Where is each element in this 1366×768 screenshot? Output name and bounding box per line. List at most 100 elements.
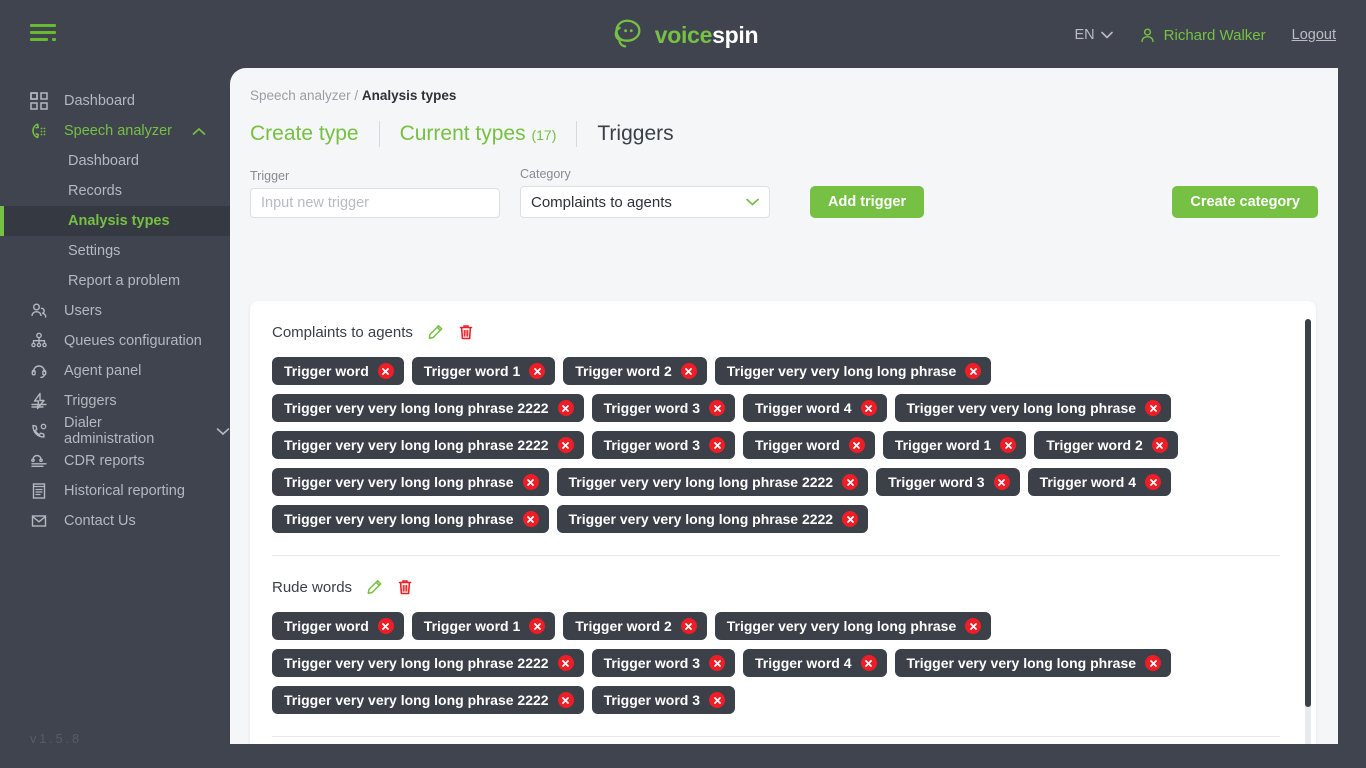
remove-trigger-icon[interactable] — [522, 474, 539, 490]
language-selector[interactable]: EN — [1075, 27, 1113, 43]
tab-create-type[interactable]: Create type — [250, 122, 379, 146]
remove-trigger-icon[interactable] — [1000, 437, 1017, 453]
remove-trigger-icon[interactable] — [557, 400, 574, 416]
trigger-chip[interactable]: Trigger word — [272, 612, 404, 640]
remove-trigger-icon[interactable] — [557, 437, 574, 453]
trigger-chip[interactable]: Trigger very very long long phrase — [894, 649, 1172, 677]
remove-trigger-icon[interactable] — [680, 618, 697, 634]
remove-trigger-icon[interactable] — [860, 400, 877, 416]
trigger-chip[interactable]: Trigger word 4 — [1027, 468, 1172, 496]
breadcrumb-parent[interactable]: Speech analyzer — [250, 88, 351, 103]
trigger-chip[interactable]: Trigger word 3 — [591, 686, 736, 714]
remove-trigger-icon[interactable] — [848, 437, 865, 453]
pencil-icon[interactable] — [366, 579, 383, 596]
trigger-chip[interactable]: Trigger very very long long phrase 2222 — [272, 394, 584, 422]
sidebar-subitem-analysis-types[interactable]: Analysis types — [0, 206, 230, 236]
trigger-chip[interactable]: Trigger word 1 — [411, 357, 556, 385]
category-field-group: Category Complaints to agents — [520, 167, 770, 218]
remove-trigger-icon[interactable] — [680, 363, 697, 379]
sidebar-subitem-report-a-problem[interactable]: Report a problem — [0, 266, 230, 296]
sidebar-item-label: Triggers — [64, 393, 117, 409]
add-trigger-button[interactable]: Add trigger — [810, 186, 925, 218]
trigger-chip[interactable]: Trigger word 2 — [563, 612, 707, 640]
remove-trigger-icon[interactable] — [557, 692, 574, 708]
category-select[interactable]: Complaints to agents — [520, 186, 770, 218]
remove-trigger-icon[interactable] — [709, 692, 726, 708]
trigger-chip-label: Trigger word 3 — [603, 400, 701, 416]
sidebar-item-queues-configuration[interactable]: Queues configuration — [0, 326, 230, 356]
trigger-chip[interactable]: Trigger word 2 — [563, 357, 707, 385]
sidebar-subitem-dashboard[interactable]: Dashboard — [0, 146, 230, 176]
sidebar-item-contact-us[interactable]: Contact Us — [0, 506, 230, 536]
trigger-chip[interactable]: Trigger very very long long phrase — [272, 505, 549, 533]
sidebar-subitem-settings[interactable]: Settings — [0, 236, 230, 266]
trigger-chip[interactable]: Trigger very very long long phrase 2222 — [272, 649, 584, 677]
trigger-chip-label: Trigger word 2 — [1046, 437, 1143, 453]
menu-bar — [30, 31, 56, 34]
trigger-group-header: Complaints to agents — [272, 317, 1280, 347]
trigger-chip[interactable]: Trigger very very long long phrase — [714, 612, 992, 640]
trigger-chip[interactable]: Trigger very very long long phrase — [894, 394, 1172, 422]
user-menu[interactable]: Richard Walker — [1139, 27, 1266, 44]
create-category-button[interactable]: Create category — [1172, 186, 1318, 218]
remove-trigger-icon[interactable] — [557, 655, 574, 671]
trigger-chip[interactable]: Trigger word — [272, 357, 404, 385]
remove-trigger-icon[interactable] — [965, 363, 982, 379]
remove-trigger-icon[interactable] — [529, 363, 546, 379]
trash-icon[interactable] — [458, 324, 474, 341]
menu-icon[interactable] — [30, 24, 56, 46]
trigger-chip[interactable]: Trigger very very long long phrase — [714, 357, 992, 385]
remove-trigger-icon[interactable] — [842, 474, 859, 490]
sidebar-item-agent-panel[interactable]: Agent panel — [0, 356, 230, 386]
remove-trigger-icon[interactable] — [709, 400, 726, 416]
sidebar-item-dashboard[interactable]: Dashboard — [0, 86, 230, 116]
trigger-chip[interactable]: Trigger word 4 — [743, 649, 887, 677]
group-divider — [272, 736, 1280, 737]
trigger-chip[interactable]: Trigger very very long long phrase 2222 — [556, 505, 869, 533]
remove-trigger-icon[interactable] — [860, 655, 877, 671]
remove-trigger-icon[interactable] — [709, 437, 726, 453]
trigger-field-label: Trigger — [250, 169, 290, 183]
remove-trigger-icon[interactable] — [709, 655, 726, 671]
trigger-chip[interactable]: Trigger word 3 — [591, 649, 736, 677]
sidebar-item-triggers[interactable]: Triggers — [0, 386, 230, 416]
trash-icon[interactable] — [397, 579, 413, 596]
remove-trigger-icon[interactable] — [1145, 400, 1162, 416]
remove-trigger-icon[interactable] — [377, 618, 394, 634]
trigger-chip[interactable]: Trigger word 1 — [411, 612, 556, 640]
card-scrollbar-thumb[interactable] — [1305, 319, 1311, 707]
trigger-chip[interactable]: Trigger word 3 — [591, 431, 736, 459]
remove-trigger-icon[interactable] — [529, 618, 546, 634]
remove-trigger-icon[interactable] — [522, 511, 539, 527]
remove-trigger-icon[interactable] — [842, 511, 859, 527]
trigger-chip[interactable]: Trigger very very long long phrase 2222 — [272, 431, 584, 459]
sidebar-item-users[interactable]: Users — [0, 296, 230, 326]
remove-trigger-icon[interactable] — [377, 363, 394, 379]
trigger-chip[interactable]: Trigger word 3 — [591, 394, 736, 422]
sidebar-item-dialer-administration[interactable]: Dialer administration — [0, 415, 230, 447]
logout-link[interactable]: Logout — [1292, 27, 1336, 43]
trigger-input[interactable] — [250, 188, 500, 218]
remove-trigger-icon[interactable] — [1151, 437, 1168, 453]
trigger-chip[interactable]: Trigger very very long long phrase 2222 — [272, 686, 584, 714]
remove-trigger-icon[interactable] — [1145, 655, 1162, 671]
trigger-chip[interactable]: Trigger very very long long phrase — [272, 468, 549, 496]
trigger-chip[interactable]: Trigger very very long long phrase 2222 — [556, 468, 869, 496]
sidebar-item-historical-reporting[interactable]: Historical reporting — [0, 476, 230, 506]
trigger-chip[interactable]: Trigger word 2 — [1034, 431, 1178, 459]
pencil-icon[interactable] — [427, 324, 444, 341]
tab-triggers[interactable]: Triggers — [577, 122, 693, 146]
sidebar-subitem-records[interactable]: Records — [0, 176, 230, 206]
trigger-chip[interactable]: Trigger word 1 — [882, 431, 1027, 459]
sidebar-item-speech-analyzer[interactable]: Speech analyzer — [0, 116, 230, 146]
trigger-chip[interactable]: Trigger word 4 — [743, 394, 887, 422]
remove-trigger-icon[interactable] — [993, 474, 1010, 490]
sidebar-item-cdr-reports[interactable]: CDR reports — [0, 446, 230, 476]
remove-trigger-icon[interactable] — [965, 618, 982, 634]
sidebar-item-label: Agent panel — [64, 363, 142, 379]
card-scrollbar-track[interactable] — [1305, 319, 1311, 744]
trigger-chip[interactable]: Trigger word — [743, 431, 875, 459]
remove-trigger-icon[interactable] — [1145, 474, 1162, 490]
trigger-chip[interactable]: Trigger word 3 — [876, 468, 1020, 496]
tab-current-types[interactable]: Current types (17) — [380, 122, 577, 146]
